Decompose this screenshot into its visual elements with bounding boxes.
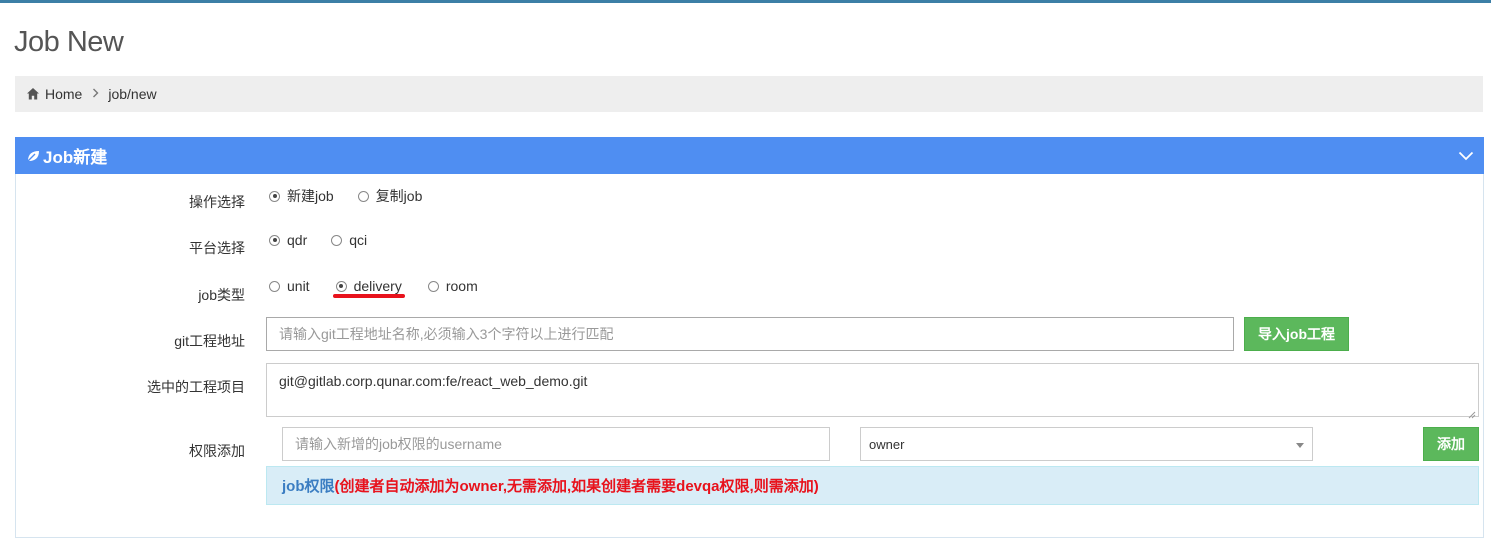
git-address-input[interactable]: 请输入git工程地址名称,必须输入3个字符以上进行匹配: [266, 317, 1234, 351]
chevron-down-icon[interactable]: [1458, 149, 1474, 161]
permission-username-input[interactable]: 请输入新增的job权限的username: [282, 427, 830, 461]
permission-role-select[interactable]: owner: [860, 427, 1313, 461]
top-accent-bar: [0, 0, 1491, 3]
job-type-radio-group: unit delivery room: [269, 278, 478, 294]
radio-delivery[interactable]: delivery: [335, 278, 402, 294]
info-prefix: job权限: [282, 478, 335, 495]
info-text: (创建者自动添加为owner,无需添加,如果创建者需要devqa权限,则需添加): [334, 478, 819, 495]
breadcrumb-current: job/new: [108, 86, 157, 102]
home-icon: [26, 87, 40, 101]
platform-radio-group: qdr qci: [269, 232, 367, 248]
radio-circle[interactable]: [331, 234, 343, 246]
radio-circle-checked[interactable]: [269, 234, 280, 246]
operation-label: 操作选择: [189, 194, 245, 210]
radio-new-job[interactable]: 新建job: [269, 186, 334, 206]
radio-qdr[interactable]: qdr: [269, 232, 307, 248]
platform-label: 平台选择: [189, 240, 245, 256]
permission-label: 权限添加: [189, 443, 245, 459]
leaf-icon: [26, 149, 40, 163]
operation-radio-group: 新建job 复制job: [269, 186, 422, 206]
git-address-label: git工程地址: [174, 333, 245, 349]
radio-circle-checked[interactable]: [335, 280, 347, 292]
resize-grip-icon[interactable]: [1468, 406, 1476, 419]
page-title: Job New: [14, 26, 124, 58]
radio-circle[interactable]: [357, 190, 369, 202]
radio-unit[interactable]: unit: [269, 278, 310, 294]
panel-header: Job新建: [15, 137, 1484, 174]
selected-project-label: 选中的工程项目: [147, 379, 245, 395]
radio-qci[interactable]: qci: [331, 232, 367, 248]
annotation-underline: [333, 294, 405, 298]
breadcrumb-separator-icon: [92, 87, 99, 101]
permission-info-alert: job权限 (创建者自动添加为owner,无需添加,如果创建者需要devqa权限…: [266, 466, 1479, 505]
import-job-project-button[interactable]: 导入job工程: [1244, 317, 1349, 351]
panel-title: Job新建: [43, 148, 108, 167]
radio-copy-job[interactable]: 复制job: [357, 186, 422, 206]
caret-down-icon: [1296, 443, 1304, 448]
selected-project-textarea[interactable]: git@gitlab.corp.qunar.com:fe/react_web_d…: [266, 363, 1479, 419]
job-type-label: job类型: [198, 287, 245, 303]
radio-room[interactable]: room: [427, 278, 478, 294]
breadcrumb: Home job/new: [15, 76, 1483, 112]
radio-circle[interactable]: [427, 280, 439, 292]
radio-circle[interactable]: [269, 280, 280, 292]
breadcrumb-home-link[interactable]: Home: [45, 86, 82, 102]
add-permission-button[interactable]: 添加: [1423, 427, 1479, 461]
radio-circle-checked[interactable]: [269, 190, 280, 202]
